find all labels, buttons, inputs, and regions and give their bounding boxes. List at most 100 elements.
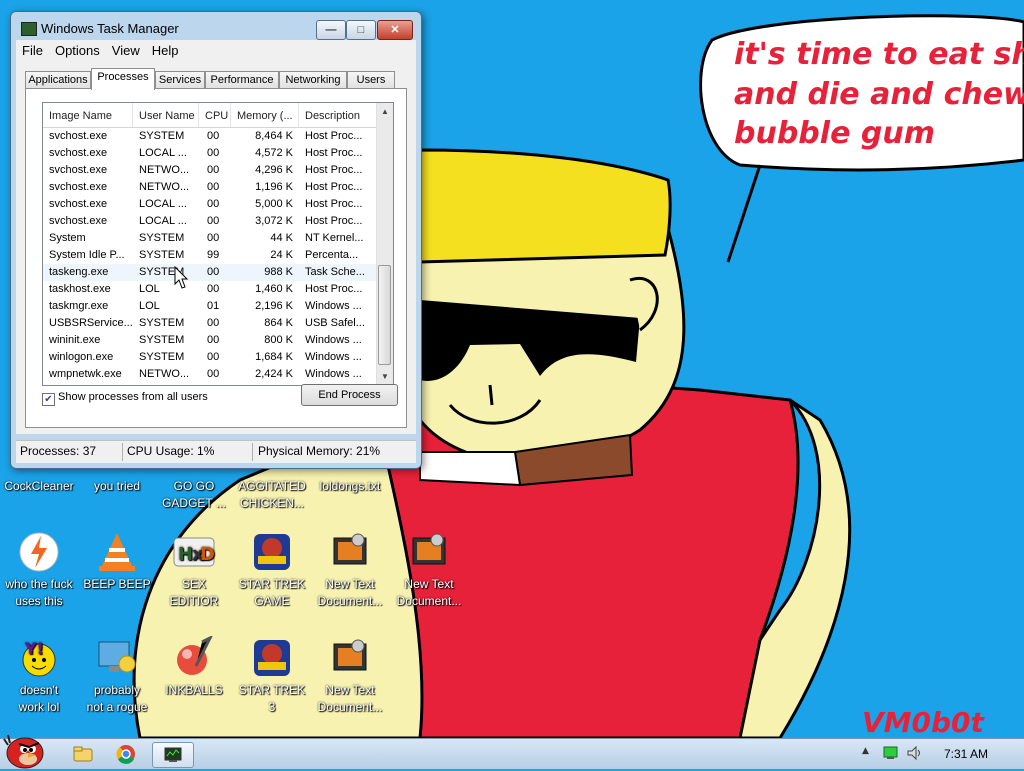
desktop-icon-label: INKBALLS: [165, 683, 223, 697]
minimize-button[interactable]: —: [316, 20, 346, 40]
menu-view[interactable]: View: [106, 40, 146, 61]
desktop-icon[interactable]: AGGITATED CHICKEN...: [233, 478, 311, 512]
taskbar-clock[interactable]: 7:31 AM: [944, 747, 988, 761]
scroll-up-arrow-icon[interactable]: ▲: [381, 107, 389, 116]
desktop-icon[interactable]: loldongs.txt: [311, 478, 389, 495]
table-row[interactable]: svchost.exe LOCAL ... 00 4,572 K Host Proc..…: [43, 145, 377, 162]
tab-processes[interactable]: Processes: [91, 68, 155, 90]
scroll-down-arrow-icon[interactable]: ▼: [381, 372, 389, 381]
process-mem-cell: 1,460 K: [255, 283, 293, 295]
process-name-cell: svchost.exe: [49, 164, 108, 176]
table-row[interactable]: winlogon.exe SYSTEM 00 1,684 K Windows ...: [43, 349, 377, 366]
mouse-cursor-icon: [174, 266, 189, 289]
process-mem-cell: 5,000 K: [255, 198, 293, 210]
scrollbar-thumb[interactable]: [378, 265, 391, 365]
menu-options[interactable]: Options: [49, 40, 106, 61]
desktop-icon[interactable]: CockCleaner: [0, 478, 78, 495]
vertical-scrollbar[interactable]: ▲ ▼: [376, 103, 393, 385]
process-user-cell: LOL: [139, 300, 160, 312]
process-desc-cell: Host Proc...: [305, 181, 363, 193]
tab-networking[interactable]: Networking: [279, 71, 347, 89]
task-manager-taskbar-button[interactable]: [152, 742, 194, 768]
desktop-icon[interactable]: who the fuck uses this: [0, 530, 78, 610]
process-mem-cell: 4,296 K: [255, 164, 293, 176]
column-memory[interactable]: Memory (...: [231, 103, 299, 127]
process-mem-cell: 3,072 K: [255, 215, 293, 227]
volume-icon[interactable]: [906, 745, 924, 761]
desktop-icon-label: loldongs.txt: [319, 479, 381, 493]
task-manager-body: Applications Processes Services Performa…: [16, 62, 416, 434]
table-row[interactable]: svchost.exe NETWO... 00 1,196 K Host Proc...: [43, 179, 377, 196]
show-all-processes-checkbox[interactable]: ✔ Show processes from all users: [42, 391, 208, 406]
desktop-icon[interactable]: Y! doesn't work lol: [0, 636, 78, 716]
processes-panel: Image Name User Name CPU Memory (... Des…: [25, 88, 407, 428]
status-processes: Processes: 37: [20, 444, 97, 458]
desktop-icon[interactable]: STAR TREK GAME: [233, 530, 311, 610]
tab-users[interactable]: Users: [347, 71, 395, 89]
column-image-name[interactable]: Image Name: [43, 103, 133, 127]
process-user-cell: LOCAL ...: [139, 215, 187, 227]
table-row[interactable]: taskeng.exe SYSTEM 00 988 K Task Sche...: [43, 264, 377, 281]
table-row[interactable]: System SYSTEM 00 44 K NT Kernel...: [43, 230, 377, 247]
process-mem-cell: 1,196 K: [255, 181, 293, 193]
process-desc-cell: Host Proc...: [305, 215, 363, 227]
process-mem-cell: 988 K: [264, 266, 293, 278]
desktop-icon[interactable]: New Text Document...: [311, 530, 389, 610]
table-row[interactable]: wmpnetwk.exe NETWO... 00 2,424 K Windows ...: [43, 366, 377, 383]
chrome-taskbar-button[interactable]: [106, 742, 146, 766]
table-row[interactable]: wininit.exe SYSTEM 00 800 K Windows ...: [43, 332, 377, 349]
desktop-icon[interactable]: BEEP BEEP: [78, 530, 156, 593]
show-hidden-icons-arrow[interactable]: ▲: [862, 746, 869, 756]
process-name-cell: svchost.exe: [49, 130, 108, 142]
network-icon[interactable]: [882, 745, 900, 761]
desktop-icon[interactable]: STAR TREK 3: [233, 636, 311, 716]
show-all-label: Show processes from all users: [58, 391, 208, 403]
desktop-icon-label: New Text Document...: [317, 577, 383, 608]
desktop-icon[interactable]: New Text Document...: [311, 636, 389, 716]
table-row[interactable]: svchost.exe SYSTEM 00 8,464 K Host Proc...: [43, 128, 377, 145]
star-wars-game-icon: [250, 530, 294, 574]
maximize-button[interactable]: □: [346, 20, 376, 40]
vlc-icon: [95, 530, 139, 574]
table-row[interactable]: svchost.exe NETWO... 00 4,296 K Host Proc...: [43, 162, 377, 179]
table-row[interactable]: svchost.exe LOCAL ... 00 5,000 K Host Proc..…: [43, 196, 377, 213]
close-button[interactable]: ✕: [377, 20, 413, 40]
column-cpu[interactable]: CPU: [199, 103, 231, 127]
menu-file[interactable]: File: [16, 40, 49, 61]
desktop-icon[interactable]: New Text Document...: [390, 530, 468, 610]
process-desc-cell: Host Proc...: [305, 283, 363, 295]
explorer-taskbar-button[interactable]: [62, 742, 102, 766]
tab-applications[interactable]: Applications: [25, 71, 91, 89]
table-row[interactable]: System Idle P... SYSTEM 99 24 K Percenta...: [43, 247, 377, 264]
tab-services[interactable]: Services: [155, 71, 205, 89]
process-cpu-cell: 00: [207, 317, 220, 329]
column-description[interactable]: Description: [299, 103, 377, 127]
desktop-icon[interactable]: probably not a rogue: [78, 636, 156, 716]
checkmark-icon[interactable]: ✔: [42, 393, 55, 406]
desktop-icon[interactable]: GO GO GADGET ...: [155, 478, 233, 512]
process-cpu-cell: 00: [207, 198, 220, 210]
desktop-icon-label: CockCleaner: [4, 479, 74, 493]
column-user-name[interactable]: User Name: [133, 103, 199, 127]
desktop-icon[interactable]: you tried: [78, 478, 156, 495]
table-row[interactable]: svchost.exe LOCAL ... 00 3,072 K Host Proc..…: [43, 213, 377, 230]
process-desc-cell: Task Sche...: [305, 266, 365, 278]
text-document-icon: [328, 636, 372, 680]
angry-bird-start-icon[interactable]: [2, 731, 48, 769]
menu-help[interactable]: Help: [146, 40, 185, 61]
desktop-icon[interactable]: INKBALLS: [155, 634, 233, 699]
table-row[interactable]: taskmgr.exe LOL 01 2,196 K Windows ...: [43, 298, 377, 315]
table-row[interactable]: taskhost.exe LOL 00 1,460 K Host Proc...: [43, 281, 377, 298]
svg-text:Y!: Y!: [24, 639, 44, 658]
process-cpu-cell: 00: [207, 130, 220, 142]
end-process-button[interactable]: End Process: [301, 384, 398, 406]
tab-performance[interactable]: Performance: [205, 71, 279, 89]
desktop-icon-label: New Text Document...: [396, 577, 462, 608]
desktop-icon[interactable]: Hx D SEX EDITIOR: [155, 530, 233, 610]
star-wars-game-icon: [250, 636, 294, 680]
table-row[interactable]: USBSRService... SYSTEM 00 864 K USB Safel...: [43, 315, 377, 332]
process-list[interactable]: Image Name User Name CPU Memory (... Des…: [42, 102, 394, 386]
process-name-cell: System Idle P...: [49, 249, 125, 261]
process-user-cell: SYSTEM: [139, 317, 185, 329]
process-mem-cell: 44 K: [270, 232, 293, 244]
